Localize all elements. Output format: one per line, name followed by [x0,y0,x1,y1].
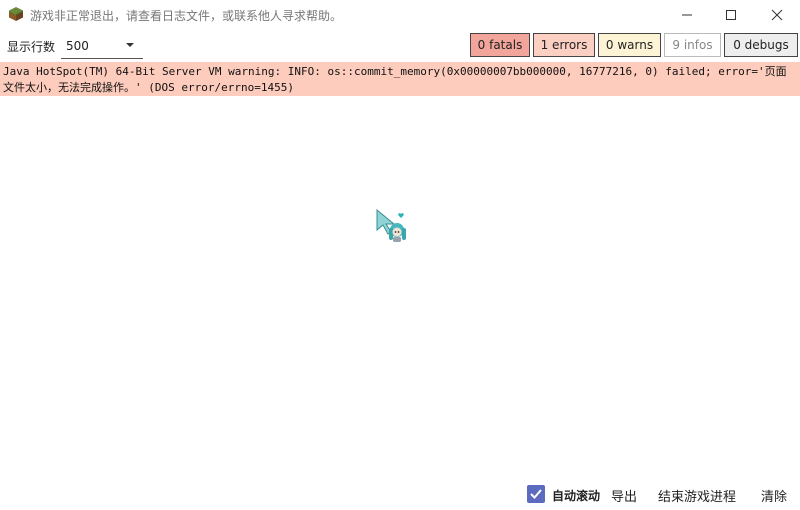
export-button[interactable]: 导出 [611,486,637,505]
filter-warns-label: 0 warns [605,38,654,52]
bottom-bar: 自动滚动 导出 结束游戏进程 清除 [0,482,800,506]
close-icon [771,9,783,21]
log-window: 游戏非正常退出，请查看日志文件，或联系他人寻求帮助。 显示行数 500 0 fa… [0,0,800,510]
maximize-button[interactable] [708,0,754,30]
window-title: 游戏非正常退出，请查看日志文件，或联系他人寻求帮助。 [30,9,343,23]
filter-debugs-button[interactable]: 0 debugs [724,33,798,57]
rows-select[interactable]: 500 [61,34,143,59]
rows-label: 显示行数 [7,40,56,54]
filter-fatals-button[interactable]: 0 fatals [470,33,530,57]
log-toolbar: 显示行数 500 0 fatals 1 errors 0 warns 9 inf… [0,32,800,60]
filter-infos-button[interactable]: 9 infos [664,33,721,57]
minimize-icon [682,14,692,16]
log-entry-error: Java HotSpot(TM) 64-Bit Server VM warnin… [0,62,800,96]
checkmark-icon [527,485,545,503]
grass-block-icon [8,6,24,22]
maximize-icon [726,10,736,20]
clear-button[interactable]: 清除 [761,486,787,505]
auto-scroll-label[interactable]: 自动滚动 [552,487,600,504]
auto-scroll-checkbox[interactable] [527,485,545,503]
title-bar: 游戏非正常退出，请查看日志文件，或联系他人寻求帮助。 [0,0,800,30]
filter-infos-label: 9 infos [672,38,713,52]
filter-errors-button[interactable]: 1 errors [533,33,595,57]
kill-game-process-button[interactable]: 结束游戏进程 [658,486,736,505]
filter-warns-button[interactable]: 0 warns [598,33,661,57]
miku-mascot-icon [375,208,415,244]
filter-fatals-label: 0 fatals [477,38,523,52]
close-button[interactable] [754,0,800,30]
minimize-button[interactable] [664,0,710,30]
filter-debugs-label: 0 debugs [733,38,789,52]
filter-errors-label: 1 errors [540,38,588,52]
rows-value: 500 [66,39,89,53]
chevron-down-icon [126,43,134,47]
